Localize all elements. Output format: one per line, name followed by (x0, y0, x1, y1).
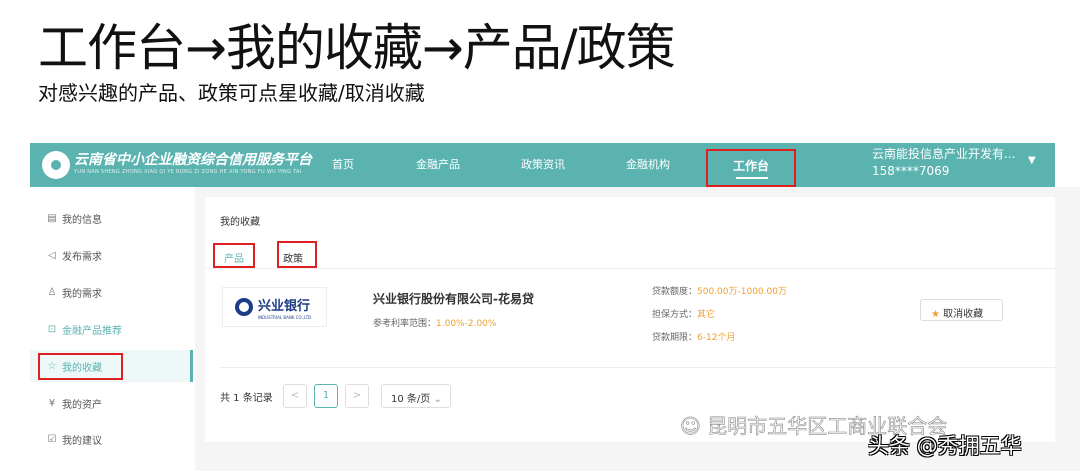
user-phone: 158****7069 (872, 164, 950, 178)
nav-policy[interactable]: 政策资讯 (521, 156, 565, 172)
slide-title: 工作台→我的收藏→产品/政策 (38, 19, 676, 77)
page-1-button[interactable]: 1 (314, 384, 338, 408)
platform-logo-icon (42, 151, 70, 179)
page-size-value: 10 条/页 (391, 394, 431, 405)
platform-logo-title: 云南省中小企业融资综合信用服务平台 (74, 152, 312, 168)
term-label: 贷款期限： (652, 333, 698, 343)
page-size-select[interactable]: 10 条/页 ⌄ (381, 384, 451, 408)
sidebar-item-assets[interactable]: ¥ 我的资产 (46, 396, 102, 411)
star-filled-icon: ★ (931, 309, 940, 320)
tab-divider (205, 268, 1055, 269)
top-header: 云南省中小企业融资综合信用服务平台 YUN NAN SHENG ZHONG XI… (30, 143, 1055, 187)
recommend-icon: ⊡ (47, 324, 57, 335)
bank-logo-en: INDUSTRIAL BANK CO.,LTD (258, 315, 312, 320)
user-icon: ♙ (47, 287, 57, 298)
sidebar-item-label: 我的收藏 (62, 363, 102, 374)
user-name: 云南能投信息产业开发有... (872, 147, 1016, 161)
bank-logo-text: 兴业银行 (258, 299, 311, 314)
sidebar-item-demands[interactable]: ♙ 我的需求 (46, 285, 102, 300)
sidebar-item-suggestions[interactable]: ☑ 我的建议 (46, 432, 102, 447)
edit-icon: ☑ (47, 434, 57, 445)
id-card-icon: ▤ (47, 213, 57, 224)
bank-logo-icon (235, 298, 253, 316)
term-value: 6-12个月 (697, 333, 736, 343)
bank-logo: 兴业银行 INDUSTRIAL BANK CO.,LTD (222, 287, 327, 327)
amount-label: 贷款额度： (652, 287, 698, 297)
next-page-button[interactable]: > (345, 384, 369, 408)
total-records: 共 1 条记录 (220, 393, 273, 404)
rate-label: 参考利率范围： (373, 319, 437, 329)
amount-value: 500.00万-1000.00万 (697, 287, 787, 297)
sidebar-item-label: 我的需求 (62, 289, 102, 300)
rate-value: 1.00%-2.00% (436, 319, 497, 329)
row-divider (220, 367, 1055, 368)
term-row: 贷款期限：6-12个月 (652, 330, 735, 343)
chevron-down-icon: ⌄ (433, 394, 442, 405)
sidebar: ▤ 我的信息 ◁ 发布需求 ♙ 我的需求 ⊡ 金融产品推荐 ☆ 我的收藏 ¥ 我的资产 ☑ 我… (30, 195, 195, 471)
guarantee-row: 担保方式：其它 (652, 307, 715, 320)
wechat-icon: ☺ (680, 414, 701, 439)
sidebar-item-label: 发布需求 (62, 252, 102, 263)
product-name[interactable]: 兴业银行股份有限公司-花易贷 (373, 290, 534, 307)
platform-logo-subtitle: YUN NAN SHENG ZHONG XIAO QI YE RONG ZI Z… (74, 169, 302, 175)
sidebar-item-publish[interactable]: ◁ 发布需求 (46, 248, 102, 263)
slide-subtitle: 对感兴趣的产品、政策可点星收藏/取消收藏 (38, 81, 425, 105)
sidebar-item-label: 我的信息 (62, 215, 102, 226)
nav-workbench[interactable]: 工作台 (706, 149, 796, 187)
toutiao-watermark: 头条 @秀拥五华 (868, 434, 1022, 458)
sidebar-item-recommend[interactable]: ⊡ 金融产品推荐 (46, 322, 122, 337)
unfavorite-button[interactable]: ★ 取消收藏 (920, 299, 1003, 321)
prev-page-button[interactable]: < (283, 384, 307, 408)
nav-institutions[interactable]: 金融机构 (626, 156, 670, 172)
unfavorite-label: 取消收藏 (943, 309, 984, 320)
caret-down-icon[interactable]: ▼ (1028, 155, 1036, 166)
sidebar-item-info[interactable]: ▤ 我的信息 (46, 211, 102, 226)
tab-products[interactable]: 产品 (213, 243, 255, 268)
sidebar-item-favorites[interactable]: ☆ 我的收藏 (38, 353, 123, 380)
nav-home[interactable]: 首页 (332, 156, 354, 172)
breadcrumb: 我的收藏 (220, 217, 260, 228)
guarantee-value: 其它 (697, 310, 716, 320)
sidebar-item-label: 我的建议 (62, 436, 102, 447)
sidebar-item-label: 我的资产 (62, 400, 102, 411)
favorites-card: 我的收藏 产品 政策 兴业银行 INDUSTRIAL BANK CO.,LTD … (205, 197, 1055, 442)
tab-policy[interactable]: 政策 (277, 241, 317, 268)
sidebar-item-label: 金融产品推荐 (62, 326, 122, 337)
yuan-icon: ¥ (48, 398, 56, 409)
amount-row: 贷款额度：500.00万-1000.00万 (652, 284, 787, 297)
star-icon: ☆ (47, 361, 57, 372)
guarantee-label: 担保方式： (652, 310, 698, 320)
nav-products[interactable]: 金融产品 (416, 156, 460, 172)
rate-row: 参考利率范围：1.00%-2.00% (373, 316, 496, 329)
user-menu[interactable]: 云南能投信息产业开发有... 158****7069 (872, 146, 1015, 180)
send-icon: ◁ (48, 250, 56, 261)
